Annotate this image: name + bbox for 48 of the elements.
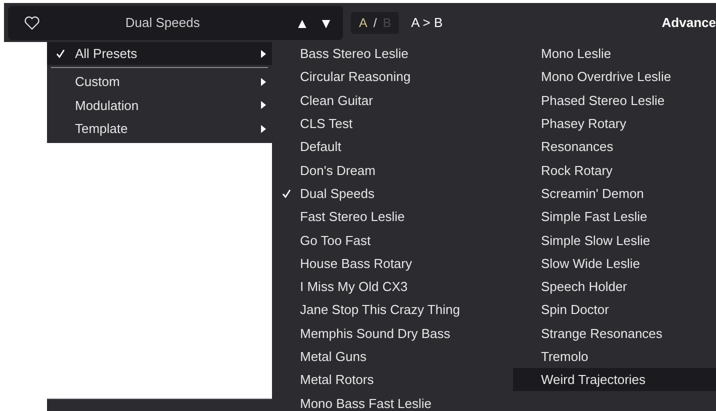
menu-item[interactable]: Strange Resonances xyxy=(513,322,716,345)
menu-item[interactable]: I Miss My Old CX3 xyxy=(272,274,513,298)
menu-item[interactable]: Simple Slow Leslie xyxy=(513,228,716,252)
menu-item[interactable]: Mono Leslie xyxy=(513,42,716,66)
menu-item[interactable]: Go Too Fast xyxy=(272,228,513,252)
menu-item[interactable]: Mono Overdrive Leslie xyxy=(513,65,716,89)
check-icon xyxy=(282,188,291,198)
menu-item[interactable]: Tremolo xyxy=(513,344,716,368)
next-preset-button[interactable]: ▼ xyxy=(319,14,333,30)
check-icon xyxy=(56,49,65,58)
menu-item[interactable]: Memphis Sound Dry Bass xyxy=(272,322,513,345)
menu-item[interactable]: Bass Stereo Leslie xyxy=(272,42,513,66)
preset-name: Dual Speeds xyxy=(124,15,201,30)
menu-item[interactable]: Default xyxy=(272,135,513,158)
menu-item[interactable]: Rock Rotary xyxy=(513,158,716,182)
submenu-arrow-icon xyxy=(261,50,266,58)
menu-item[interactable]: Template xyxy=(47,116,272,140)
menu-item[interactable]: Circular Reasoning xyxy=(272,65,513,89)
menu-item[interactable]: Modulation xyxy=(47,94,272,117)
menu-item[interactable]: Mono Bass Fast Leslie xyxy=(272,391,513,411)
menu-item[interactable]: Slow Wide Leslie xyxy=(513,252,716,275)
menu-item[interactable]: Simple Fast Leslie xyxy=(513,205,716,228)
menu-item[interactable]: Weird Trajectories xyxy=(513,368,716,392)
menu-item[interactable]: Metal Rotors xyxy=(272,368,513,392)
submenu-arrow-icon xyxy=(261,78,266,86)
advanced-button[interactable]: Advance xyxy=(662,15,716,30)
heart-icon[interactable] xyxy=(24,16,40,30)
menu-item[interactable]: Don's Dream xyxy=(272,158,513,182)
menu-item[interactable]: Metal Guns xyxy=(272,344,513,368)
copy-a-to-b-button[interactable]: A > B xyxy=(411,15,443,30)
menu-item[interactable]: Fast Stereo Leslie xyxy=(272,205,513,228)
menu-item[interactable]: Phasey Rotary xyxy=(513,112,716,136)
menu-item[interactable]: Screamin' Demon xyxy=(513,182,716,206)
menu-item[interactable]: Dual Speeds xyxy=(272,182,513,206)
previous-preset-button[interactable]: ▲ xyxy=(295,14,310,30)
menu-item[interactable]: House Bass Rotary xyxy=(272,252,513,275)
menu-item[interactable]: CLS Test xyxy=(272,112,513,136)
menu-item[interactable]: Spin Doctor xyxy=(513,298,716,322)
menu-item[interactable]: Speech Holder xyxy=(513,274,716,298)
submenu-arrow-icon xyxy=(261,124,266,133)
menu-item[interactable]: Phased Stereo Leslie xyxy=(513,88,716,112)
preset-selector[interactable]: Dual Speeds ▲ ▼ xyxy=(8,6,343,40)
submenu-arrow-icon xyxy=(261,101,266,110)
menu-item[interactable]: Custom xyxy=(47,70,272,94)
menu-item[interactable]: Jane Stop This Crazy Thing xyxy=(272,298,513,322)
menu-item[interactable]: Resonances xyxy=(513,135,716,158)
menu-item[interactable]: All Presets xyxy=(47,42,272,66)
menu-item[interactable]: Clean Guitar xyxy=(272,88,513,112)
